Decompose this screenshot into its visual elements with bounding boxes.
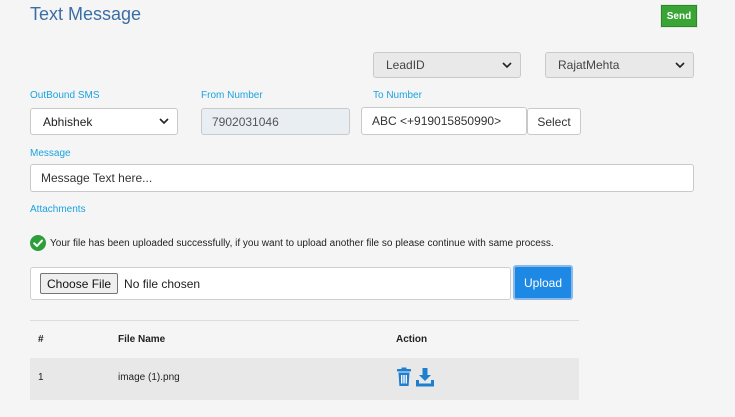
chevron-down-icon [159,117,169,127]
file-input[interactable]: Choose File No file chosen [30,267,511,300]
outbound-sms-value: Abhishek [43,114,93,129]
upload-success-message: Your file has been uploaded successfully… [30,235,554,251]
user-select-value: RajatMehta [558,58,620,72]
outbound-sms-label: OutBound SMS [30,90,100,101]
table-header-action: Action [396,334,428,345]
outbound-sms-select[interactable]: Abhishek [30,108,178,135]
from-number-label: From Number [201,90,263,101]
check-circle-icon [30,235,46,251]
chevron-down-icon [502,60,512,70]
select-contact-button[interactable]: Select [527,108,581,135]
table-top-divider [30,320,579,321]
page-title: Text Message [30,4,142,24]
lead-id-select[interactable]: LeadID [373,52,521,78]
message-input[interactable]: Message Text here... [30,164,694,192]
upload-button[interactable]: Upload [513,265,573,300]
row-file-name: image (1).png [118,372,180,383]
chevron-down-icon [675,60,685,70]
upload-success-text: Your file has been uploaded successfully… [50,237,554,249]
to-number-label: To Number [373,90,422,101]
message-label: Message [30,148,71,159]
row-number: 1 [38,372,44,383]
attachments-label: Attachments [30,204,86,215]
lead-id-select-value: LeadID [386,58,425,72]
from-number-field: 7902031046 [201,108,350,135]
download-icon[interactable] [415,367,435,392]
trash-icon[interactable] [396,367,412,392]
table-header-number: # [38,334,44,345]
send-button[interactable]: Send [661,5,697,27]
row-actions [396,367,435,392]
to-number-field[interactable]: ABC <+919015850990> [361,107,527,135]
no-file-text: No file chosen [124,276,201,291]
table-header-file-name: File Name [118,334,166,345]
table-row [30,358,579,400]
choose-file-button[interactable]: Choose File [40,273,119,294]
user-select[interactable]: RajatMehta [545,52,694,78]
